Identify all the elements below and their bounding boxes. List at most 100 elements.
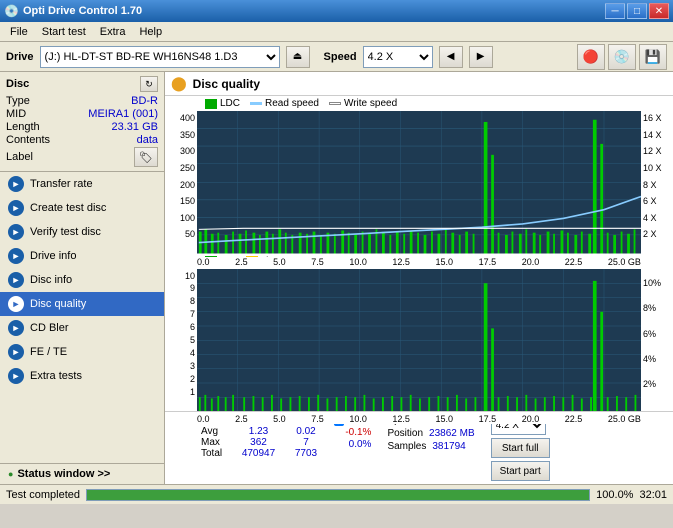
chart2-y-8: 8 (190, 296, 195, 306)
chart1-y-200: 200 (180, 180, 195, 190)
status-window-button[interactable]: ● Status window >> (0, 463, 164, 484)
start-full-button[interactable]: Start full (491, 438, 550, 458)
chart1-y-100: 100 (180, 213, 195, 223)
chart1-yr-16: 16 X (643, 113, 662, 123)
disc-type-value: BD-R (131, 95, 158, 107)
position-stat-row: Position 23862 MB (387, 428, 474, 439)
disc-header: Disc ↻ (6, 76, 158, 92)
start-part-button[interactable]: Start part (491, 461, 550, 481)
disc-contents-label: Contents (6, 134, 50, 146)
disc-length-row: Length 23.31 GB (6, 121, 158, 133)
chart1-yr-4: 4 X (643, 213, 657, 223)
disc-label-button[interactable]: 🏷 (134, 147, 158, 167)
nav-fe-te-icon: ► (8, 344, 24, 360)
menu-extra[interactable]: Extra (94, 24, 132, 40)
menu-start-test[interactable]: Start test (36, 24, 92, 40)
chart1-yr-6: 6 X (643, 196, 657, 206)
chart1-x-200: 20.0 (522, 257, 540, 267)
chart1-x-labels: 0.0 2.5 5.0 7.5 10.0 12.5 15.0 17.5 20.0… (197, 257, 641, 267)
disc-length-value: 23.31 GB (112, 121, 158, 133)
nav-cd-bler-label: CD Bler (30, 322, 69, 334)
maximize-button[interactable]: □ (627, 3, 647, 19)
nav-transfer-rate[interactable]: ► Transfer rate (0, 172, 164, 196)
speed-select[interactable]: 4.2 X (363, 46, 433, 68)
nav-disc-info[interactable]: ► Disc info (0, 268, 164, 292)
disc-button[interactable]: 💿 (608, 44, 636, 70)
save-button[interactable]: 💾 (639, 44, 667, 70)
chart1-yr-10: 10 X (643, 163, 662, 173)
stats-total-label: Total (201, 448, 231, 459)
disc-type-row: Type BD-R (6, 95, 158, 107)
bottom-status-bar: Test completed 100.0% 32:01 (0, 484, 673, 504)
drive-select[interactable]: (J:) HL-DT-ST BD-RE WH16NS48 1.D3 (40, 46, 280, 68)
disc-label-row: Label 🏷 (6, 147, 158, 167)
chart1-y-axis-right: 16 X 14 X 12 X 10 X 8 X 6 X 4 X 2 X (641, 111, 673, 254)
jitter-avg-value: -0.1% (334, 427, 371, 438)
disc-quality-title: Disc quality (193, 77, 260, 91)
chart1-y-axis-left: 400 350 300 250 200 150 100 50 (165, 111, 197, 254)
disc-type-label: Type (6, 95, 30, 107)
menu-help[interactable]: Help (133, 24, 168, 40)
nav-cd-bler[interactable]: ► CD Bler (0, 316, 164, 340)
legend-write-speed-label: Write speed (344, 98, 397, 109)
disc-refresh-button[interactable]: ↻ (140, 76, 158, 92)
chart2-x-50: 5.0 (273, 414, 286, 424)
chart1-x-225: 22.5 (565, 257, 583, 267)
chart1-yr-8: 8 X (643, 180, 657, 190)
legend-read-speed: Read speed (250, 98, 319, 109)
disc-label-label: Label (6, 151, 33, 163)
chart2-yr-6: 6% (643, 329, 656, 339)
nav-verify-test-disc-label: Verify test disc (30, 226, 101, 238)
chart2-x-125: 12.5 (392, 414, 410, 424)
disc-mid-label: MID (6, 108, 26, 120)
chart2-x-0: 0.0 (197, 414, 210, 424)
legend-ldc-color (205, 99, 217, 109)
nav-disc-quality[interactable]: ► Disc quality (0, 292, 164, 316)
nav-fe-te[interactable]: ► FE / TE (0, 340, 164, 364)
chart1-y-300: 300 (180, 146, 195, 156)
chart1-x-100: 10.0 (349, 257, 367, 267)
stats-total-bis: 7703 (286, 448, 326, 459)
nav-extra-tests[interactable]: ► Extra tests (0, 364, 164, 388)
chart2-svg-container: 0.0 2.5 5.0 7.5 10.0 12.5 15.0 17.5 20.0… (197, 269, 641, 412)
chart1-yr-2: 2 X (643, 229, 657, 239)
minimize-button[interactable]: ─ (605, 3, 625, 19)
nav-fe-te-label: FE / TE (30, 346, 67, 358)
eject-button[interactable]: ⏏ (286, 46, 310, 68)
chart2-y-4: 4 (190, 348, 195, 358)
stats-total-row: Total 470947 7703 (201, 448, 326, 459)
chart2-y-7: 7 (190, 309, 195, 319)
nav-transfer-rate-label: Transfer rate (30, 178, 93, 190)
chart2-yr-2: 2% (643, 379, 656, 389)
chart1-y-50: 50 (185, 229, 195, 239)
menu-file[interactable]: File (4, 24, 34, 40)
title-bar: 💿 Opti Drive Control 1.70 ─ □ ✕ (0, 0, 673, 22)
samples-stat-value: 381794 (432, 441, 465, 452)
disc-length-label: Length (6, 121, 40, 133)
nav-create-test-disc[interactable]: ► Create test disc (0, 196, 164, 220)
chart1-y-350: 350 (180, 130, 195, 140)
status-window-icon: ● (8, 469, 13, 479)
nav-verify-test-disc[interactable]: ► Verify test disc (0, 220, 164, 244)
disc-quality-header: ⬤ Disc quality (165, 72, 673, 96)
nav-drive-info-icon: ► (8, 248, 24, 264)
drive-label: Drive (6, 51, 34, 63)
close-button[interactable]: ✕ (649, 3, 669, 19)
speed-back-button[interactable]: ◀ (439, 46, 463, 68)
chart2-y-1: 1 (190, 387, 195, 397)
legend-ldc: LDC (205, 98, 240, 109)
samples-stat-row: Samples 381794 (387, 441, 474, 452)
disc-mid-row: MID MEIRA1 (001) (6, 108, 158, 120)
chart2-x-25: 2.5 (235, 414, 248, 424)
chart2-x-175: 17.5 (479, 414, 497, 424)
chart1-legend: LDC Read speed Write speed (165, 96, 673, 111)
app-icon: 💿 (4, 4, 19, 18)
color-button[interactable]: 🔴 (577, 44, 605, 70)
legend-ldc-label: LDC (220, 98, 240, 109)
speed-forward-button[interactable]: ▶ (469, 46, 493, 68)
stats-max-bis: 7 (286, 437, 326, 448)
chart2-x-labels: 0.0 2.5 5.0 7.5 10.0 12.5 15.0 17.5 20.0… (197, 414, 641, 424)
nav-drive-info[interactable]: ► Drive info (0, 244, 164, 268)
chart2-x-150: 15.0 (436, 414, 454, 424)
chart2-y-2: 2 (190, 374, 195, 384)
